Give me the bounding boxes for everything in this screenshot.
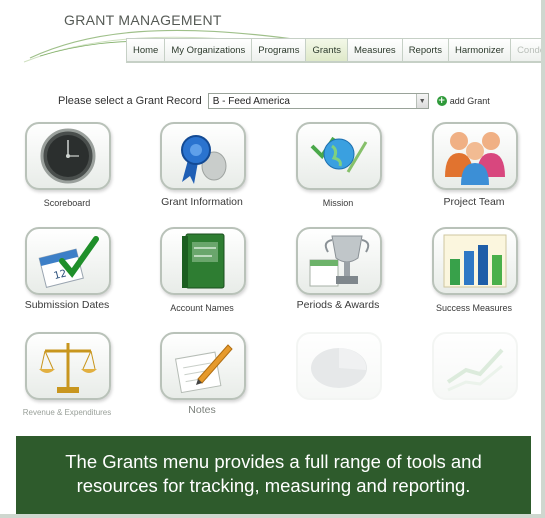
- ribbon-icon: [160, 122, 246, 190]
- caption-banner: The Grants menu provides a full range of…: [16, 436, 531, 514]
- scales-icon: [25, 332, 111, 400]
- line-chart-icon: [432, 332, 518, 400]
- tab-my-organizations[interactable]: My Organizations: [164, 38, 252, 62]
- tab-harmonizer[interactable]: Harmonizer: [447, 38, 511, 62]
- tile-label: Revenue & Expenditures: [22, 408, 112, 417]
- tile-label: Grant Information: [161, 196, 243, 208]
- tile-mission[interactable]: Mission: [277, 122, 399, 222]
- pie-chart-icon: [296, 332, 382, 400]
- calendar-check-icon: 12: [25, 227, 111, 295]
- notes-icon: [160, 332, 246, 400]
- tile-grant-information[interactable]: Grant Information: [141, 122, 263, 222]
- tile-account-names[interactable]: Account Names: [141, 227, 263, 327]
- people-icon: [432, 122, 518, 190]
- main-nav-tabs: Home My Organizations Programs Grants Me…: [126, 38, 541, 62]
- grant-record-select[interactable]: B - Feed America ▼: [207, 93, 429, 109]
- account-book-icon: [160, 227, 246, 295]
- tab-reports[interactable]: Reports: [401, 38, 448, 62]
- grant-select-row: Please select a Grant Record B - Feed Am…: [58, 92, 490, 110]
- tile-label: Submission Dates: [24, 299, 110, 311]
- tile-label: Scoreboard: [43, 198, 91, 208]
- grant-select-label: Please select a Grant Record: [58, 95, 202, 107]
- dropdown-arrow-icon[interactable]: ▼: [415, 94, 428, 108]
- tile-submission-dates[interactable]: 12 Submission Dates: [6, 227, 128, 327]
- tile-label: Notes: [188, 404, 216, 416]
- app-title: GRANT MANAGEMENT: [64, 12, 222, 28]
- tab-condens[interactable]: Condens: [510, 38, 541, 62]
- caption-line-1: The Grants menu provides a full range of…: [65, 451, 482, 472]
- tile-label: Mission: [322, 198, 354, 208]
- tile-disabled-pie: [277, 332, 399, 432]
- tile-label: Account Names: [170, 303, 234, 313]
- tile-project-team[interactable]: Project Team: [413, 122, 535, 222]
- tile-label: Periods & Awards: [296, 299, 380, 311]
- tile-periods-awards[interactable]: Periods & Awards: [277, 227, 399, 327]
- tile-scoreboard[interactable]: Scoreboard: [6, 122, 128, 222]
- tile-revenue-expenditures[interactable]: Revenue & Expenditures: [6, 332, 128, 432]
- tab-divider: [126, 62, 541, 63]
- plus-circle-icon: +: [436, 96, 447, 106]
- clock-icon: [25, 122, 111, 190]
- tile-label: Success Measures: [435, 303, 513, 313]
- add-grant-label: add Grant: [449, 96, 490, 106]
- globe-icon: [296, 122, 382, 190]
- bar-chart-icon: [432, 227, 518, 295]
- tab-home[interactable]: Home: [126, 38, 165, 62]
- app-header: GRANT MANAGEMENT Home My Organizations P…: [0, 0, 541, 70]
- tile-notes[interactable]: Notes: [141, 332, 263, 432]
- grant-select-value: B - Feed America: [212, 95, 290, 107]
- tile-disabled-line: [413, 332, 535, 432]
- tile-label: Project Team: [443, 196, 505, 208]
- add-grant-button[interactable]: + add Grant: [436, 96, 490, 106]
- tile-success-measures[interactable]: Success Measures: [413, 227, 535, 327]
- grant-management-window: GRANT MANAGEMENT Home My Organizations P…: [0, 0, 545, 518]
- caption-line-2: resources for tracking, measuring and re…: [76, 475, 471, 496]
- tab-grants[interactable]: Grants: [305, 38, 347, 62]
- trophy-icon: [296, 227, 382, 295]
- tab-programs[interactable]: Programs: [251, 38, 306, 62]
- tab-measures[interactable]: Measures: [346, 38, 402, 62]
